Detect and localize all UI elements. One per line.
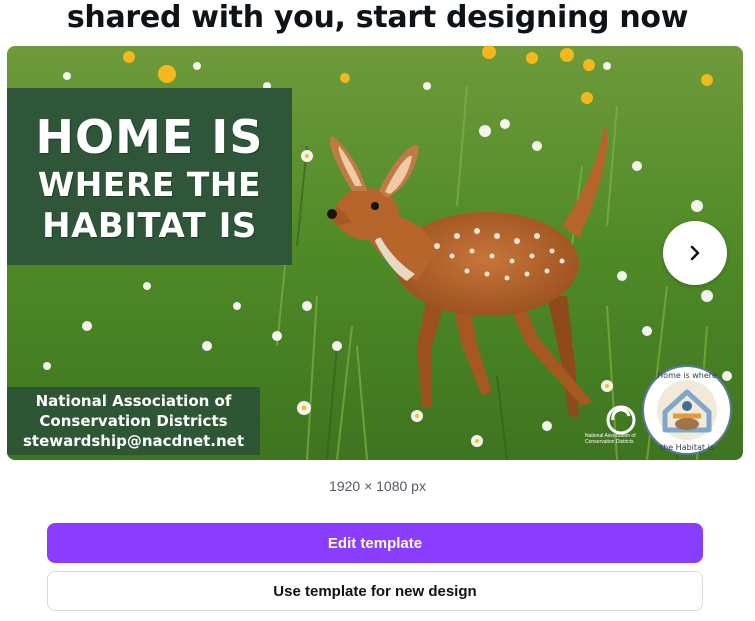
- contact-line-1: National Association of: [35, 392, 232, 410]
- headline-line-2: WHERE THE: [37, 165, 262, 204]
- headline-box: HOME IS WHERE THE HABITAT IS: [7, 88, 292, 265]
- contact-box: National Association of Conservation Dis…: [7, 387, 260, 455]
- template-preview[interactable]: HOME IS WHERE THE HABITAT IS National As…: [7, 46, 743, 460]
- contact-email: stewardship@nacdnet.net: [22, 432, 245, 450]
- template-dimensions: 1920 × 1080 px: [329, 478, 426, 494]
- svg-text:Home is where: Home is where: [657, 371, 717, 380]
- edit-template-button[interactable]: Edit template: [47, 523, 703, 563]
- next-slide-button[interactable]: [663, 221, 727, 285]
- contact-line-2: Conservation Districts: [39, 412, 228, 430]
- page-title: shared with you, start designing now: [66, 0, 689, 35]
- svg-text:the Habitat is: the Habitat is: [660, 443, 714, 452]
- headline-line-1: HOME IS: [35, 110, 264, 164]
- headline-line-3: HABITAT IS: [42, 206, 257, 246]
- chevron-right-icon: [690, 245, 700, 261]
- use-template-button[interactable]: Use template for new design: [47, 571, 703, 611]
- nacd-logo-caption: National Association of Conservation Dis…: [585, 433, 636, 445]
- home-habitat-badge-icon: Home is where the Habitat is: [642, 365, 732, 455]
